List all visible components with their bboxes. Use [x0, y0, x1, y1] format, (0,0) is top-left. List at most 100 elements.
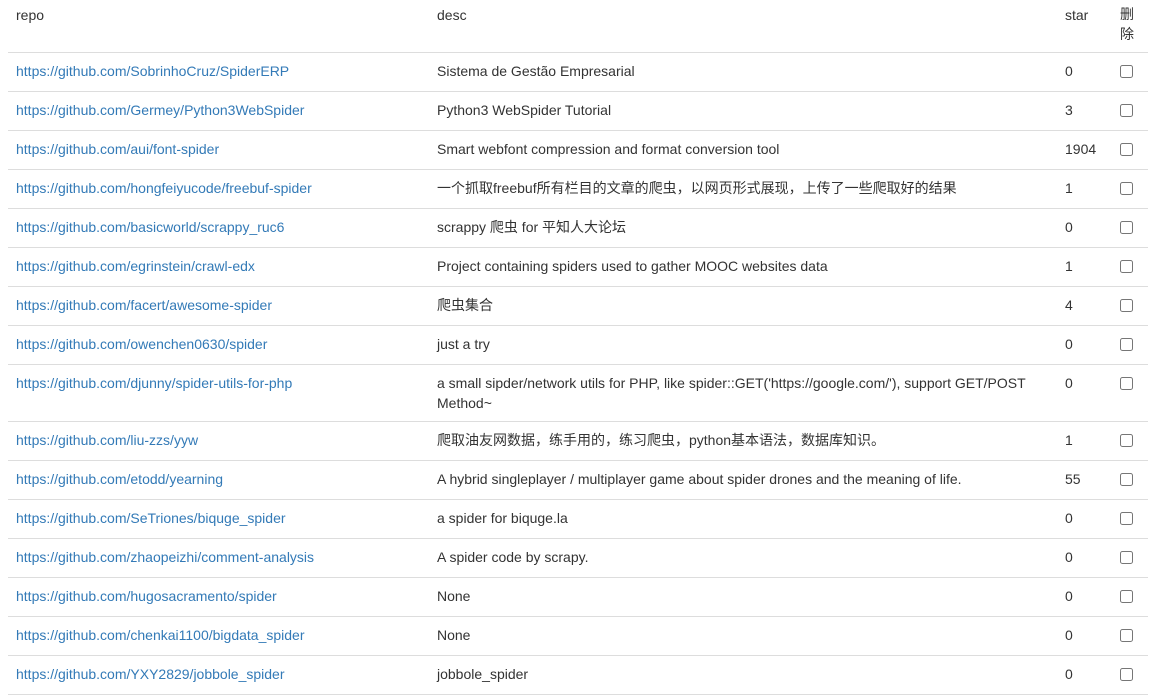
repo-link[interactable]: https://github.com/Germey/Python3WebSpid…	[16, 102, 304, 118]
repo-cell: https://github.com/chenkai1100/bigdata_s…	[8, 616, 429, 656]
repo-link[interactable]: https://github.com/liu-zzs/yyw	[16, 432, 198, 448]
desc-cell: a small sipder/network utils for PHP, li…	[429, 364, 1057, 422]
repo-link[interactable]: https://github.com/chenkai1100/bigdata_s…	[16, 627, 305, 643]
delete-cell	[1110, 499, 1148, 539]
delete-checkbox[interactable]	[1120, 182, 1133, 195]
repo-link[interactable]: https://github.com/zhaopeizhi/comment-an…	[16, 549, 314, 565]
star-count-cell: 3	[1057, 91, 1110, 131]
desc-cell: just a try	[429, 325, 1057, 365]
star-count-cell: 1904	[1057, 130, 1110, 170]
table-row: https://github.com/SeTriones/biquge_spid…	[8, 499, 1148, 539]
repo-cell: https://github.com/facert/awesome-spider	[8, 286, 429, 326]
delete-cell	[1110, 325, 1148, 365]
star-count-cell: 0	[1057, 616, 1110, 656]
repo-link[interactable]: https://github.com/hongfeiyucode/freebuf…	[16, 180, 312, 196]
table-row: https://github.com/Germey/Python3WebSpid…	[8, 91, 1148, 131]
table-row: https://github.com/egrinstein/crawl-edx P…	[8, 247, 1148, 287]
star-count-cell: 0	[1057, 655, 1110, 695]
repo-link[interactable]: https://github.com/YXY2829/jobbole_spide…	[16, 666, 285, 682]
repo-cell: https://github.com/egrinstein/crawl-edx	[8, 247, 429, 287]
repo-link[interactable]: https://github.com/SobrinhoCruz/SpiderER…	[16, 63, 289, 79]
table-body: https://github.com/SobrinhoCruz/SpiderER…	[8, 52, 1148, 695]
delete-checkbox[interactable]	[1120, 65, 1133, 78]
desc-cell: scrappy 爬虫 for 平知人大论坛	[429, 208, 1057, 248]
repo-table-container: repo desc star 删除 https://github.com/Sob…	[8, 0, 1148, 695]
table-row: https://github.com/hugosacramento/spider…	[8, 577, 1148, 617]
delete-cell	[1110, 208, 1148, 248]
star-count-cell: 4	[1057, 286, 1110, 326]
table-header: repo desc star 删除	[8, 0, 1148, 53]
delete-cell	[1110, 538, 1148, 578]
repo-cell: https://github.com/SeTriones/biquge_spid…	[8, 499, 429, 539]
star-count-cell: 1	[1057, 247, 1110, 287]
delete-cell	[1110, 616, 1148, 656]
repo-cell: https://github.com/owenchen0630/spider	[8, 325, 429, 365]
desc-cell: A hybrid singleplayer / multiplayer game…	[429, 460, 1057, 500]
delete-checkbox[interactable]	[1120, 668, 1133, 681]
star-count-cell: 0	[1057, 364, 1110, 422]
desc-cell: None	[429, 616, 1057, 656]
delete-checkbox[interactable]	[1120, 260, 1133, 273]
repo-link[interactable]: https://github.com/aui/font-spider	[16, 141, 219, 157]
delete-checkbox[interactable]	[1120, 377, 1133, 390]
desc-column-header: desc	[429, 0, 1057, 53]
table-row: https://github.com/SobrinhoCruz/SpiderER…	[8, 52, 1148, 92]
delete-cell	[1110, 169, 1148, 209]
delete-checkbox[interactable]	[1120, 551, 1133, 564]
delete-checkbox[interactable]	[1120, 473, 1133, 486]
delete-checkbox[interactable]	[1120, 221, 1133, 234]
desc-cell: a spider for biquge.la	[429, 499, 1057, 539]
desc-cell: jobbole_spider	[429, 655, 1057, 695]
repo-link[interactable]: https://github.com/facert/awesome-spider	[16, 297, 272, 313]
delete-cell	[1110, 577, 1148, 617]
delete-checkbox[interactable]	[1120, 434, 1133, 447]
delete-checkbox[interactable]	[1120, 629, 1133, 642]
repo-cell: https://github.com/SobrinhoCruz/SpiderER…	[8, 52, 429, 92]
delete-cell	[1110, 364, 1148, 422]
desc-cell: Sistema de Gestão Empresarial	[429, 52, 1057, 92]
repo-link[interactable]: https://github.com/etodd/yearning	[16, 471, 223, 487]
star-column-header: star	[1057, 0, 1110, 53]
repo-link[interactable]: https://github.com/egrinstein/crawl-edx	[16, 258, 255, 274]
delete-checkbox[interactable]	[1120, 512, 1133, 525]
delete-checkbox[interactable]	[1120, 590, 1133, 603]
table-row: https://github.com/owenchen0630/spider ju…	[8, 325, 1148, 365]
delete-checkbox[interactable]	[1120, 338, 1133, 351]
repo-link[interactable]: https://github.com/djunny/spider-utils-f…	[16, 375, 292, 391]
star-count-cell: 0	[1057, 52, 1110, 92]
desc-cell: A spider code by scrapy.	[429, 538, 1057, 578]
delete-cell	[1110, 286, 1148, 326]
repo-cell: https://github.com/hugosacramento/spider	[8, 577, 429, 617]
repo-link[interactable]: https://github.com/basicworld/scrappy_ru…	[16, 219, 284, 235]
repo-column-header: repo	[8, 0, 429, 53]
repo-cell: https://github.com/hongfeiyucode/freebuf…	[8, 169, 429, 209]
repo-cell: https://github.com/Germey/Python3WebSpid…	[8, 91, 429, 131]
repo-cell: https://github.com/liu-zzs/yyw	[8, 421, 429, 461]
table-row: https://github.com/basicworld/scrappy_ru…	[8, 208, 1148, 248]
table-row: https://github.com/djunny/spider-utils-f…	[8, 364, 1148, 422]
delete-checkbox[interactable]	[1120, 104, 1133, 117]
star-count-cell: 0	[1057, 538, 1110, 578]
delete-cell	[1110, 460, 1148, 500]
repo-link[interactable]: https://github.com/hugosacramento/spider	[16, 588, 277, 604]
delete-checkbox[interactable]	[1120, 299, 1133, 312]
repo-link[interactable]: https://github.com/SeTriones/biquge_spid…	[16, 510, 286, 526]
table-row: https://github.com/zhaopeizhi/comment-an…	[8, 538, 1148, 578]
desc-cell: Python3 WebSpider Tutorial	[429, 91, 1057, 131]
desc-cell: None	[429, 577, 1057, 617]
desc-cell: 爬虫集合	[429, 286, 1057, 326]
delete-cell	[1110, 247, 1148, 287]
table-row: https://github.com/liu-zzs/yyw 爬取油友网数据，练手…	[8, 421, 1148, 461]
repo-cell: https://github.com/djunny/spider-utils-f…	[8, 364, 429, 422]
delete-cell	[1110, 52, 1148, 92]
star-count-cell: 0	[1057, 577, 1110, 617]
star-count-cell: 1	[1057, 169, 1110, 209]
repo-cell: https://github.com/basicworld/scrappy_ru…	[8, 208, 429, 248]
repo-link[interactable]: https://github.com/owenchen0630/spider	[16, 336, 267, 352]
delete-checkbox[interactable]	[1120, 143, 1133, 156]
repo-cell: https://github.com/aui/font-spider	[8, 130, 429, 170]
table-row: https://github.com/facert/awesome-spider…	[8, 286, 1148, 326]
delete-cell	[1110, 655, 1148, 695]
table-row: https://github.com/YXY2829/jobbole_spide…	[8, 655, 1148, 695]
repo-cell: https://github.com/etodd/yearning	[8, 460, 429, 500]
